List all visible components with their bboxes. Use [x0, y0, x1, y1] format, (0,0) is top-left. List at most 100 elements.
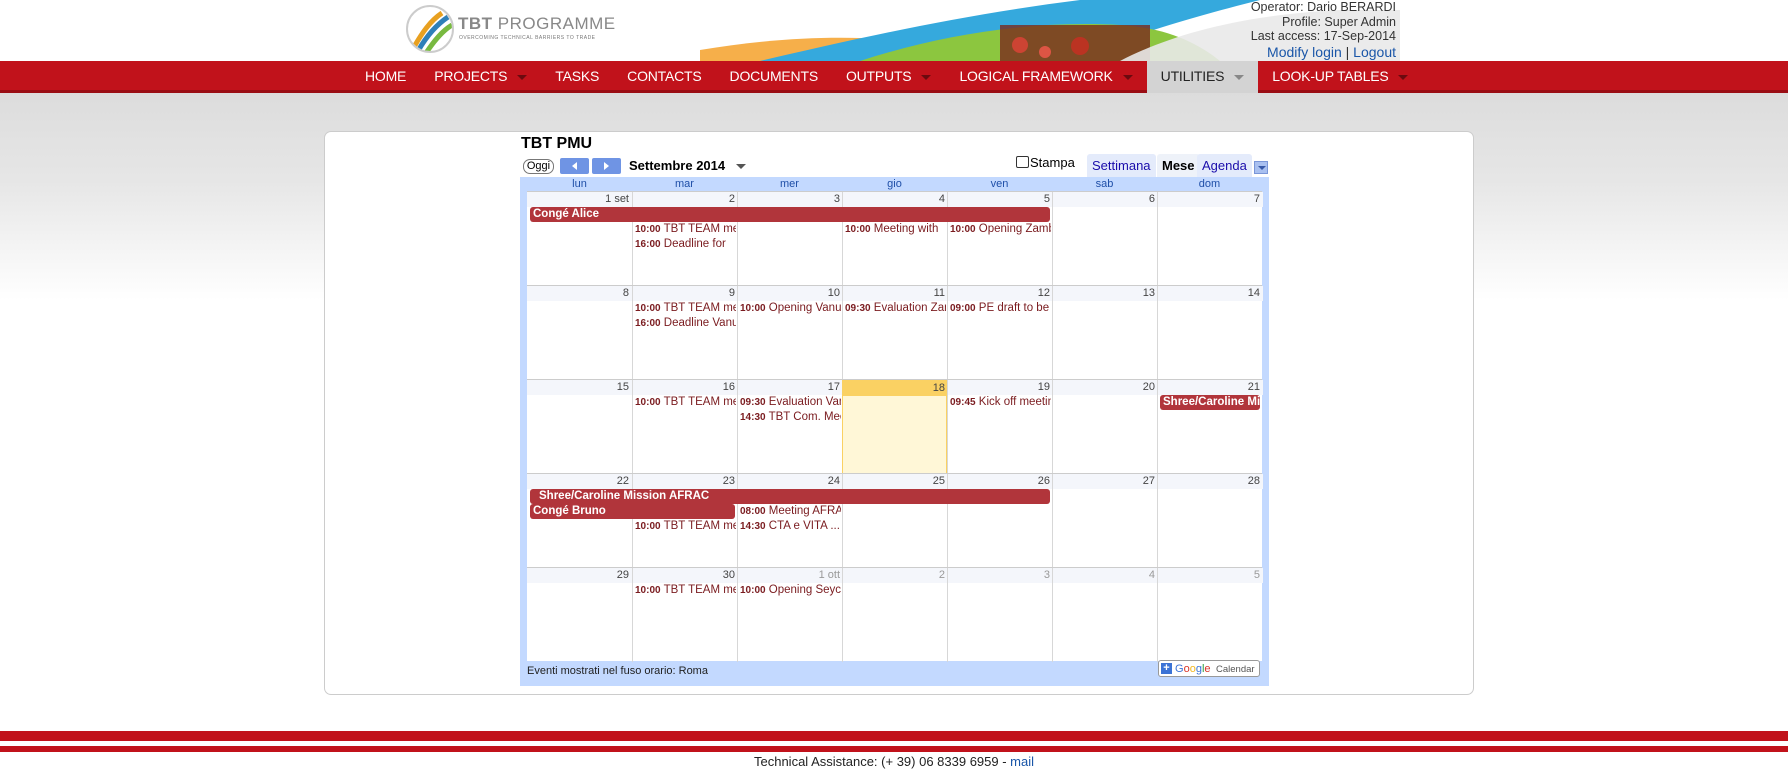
tbt-logo[interactable]: TBT PROGRAMME OVERCOMING TECHNICAL BARRI… [406, 5, 616, 57]
nav-item-utilities[interactable]: UTILITIES [1146, 61, 1259, 93]
day-cell[interactable]: 13 [1052, 286, 1158, 380]
day-number[interactable]: 3 [738, 192, 843, 207]
day-number[interactable]: 5 [948, 192, 1053, 207]
day-number[interactable]: 9 [633, 286, 738, 301]
timed-event[interactable]: 10:00 TBT TEAM meeting [633, 519, 736, 534]
timed-event[interactable]: 10:00 Opening Vanuatu [738, 301, 841, 316]
timed-event[interactable]: 14:30 CTA e VITA ... [738, 519, 841, 534]
day-cell[interactable]: 7 [1157, 192, 1263, 286]
day-cell[interactable]: 29 [527, 568, 632, 662]
day-cell[interactable]: 3 [947, 568, 1053, 662]
day-number[interactable]: 1 ott [738, 568, 843, 583]
chevron-down-icon [921, 74, 932, 80]
timed-event[interactable]: 10:00 TBT TEAM meeting [633, 395, 736, 410]
day-number[interactable]: 4 [1053, 568, 1158, 583]
view-tab-week[interactable]: Settimana [1087, 154, 1156, 177]
day-number[interactable]: 13 [1053, 286, 1158, 301]
day-number[interactable]: 10 [738, 286, 843, 301]
timed-event[interactable]: 16:00 Deadline Vanuatu [633, 316, 736, 331]
day-cell[interactable]: 8 [527, 286, 632, 380]
day-number[interactable]: 30 [633, 568, 738, 583]
day-number[interactable]: 5 [1158, 568, 1263, 583]
day-number[interactable]: 16 [633, 380, 738, 395]
day-number[interactable]: 1 set [527, 192, 632, 207]
day-number[interactable]: 20 [1053, 380, 1158, 395]
day-number[interactable]: 17 [738, 380, 843, 395]
day-number[interactable]: 19 [948, 380, 1053, 395]
day-number[interactable]: 8 [527, 286, 632, 301]
all-day-event[interactable]: Shree/Caroline Mission AFRAC [530, 489, 1050, 504]
timed-event[interactable]: 08:00 Meeting AFRAC [738, 504, 841, 519]
timed-event[interactable]: 10:00 TBT TEAM meeting [633, 222, 736, 237]
event-time: 10:00 [740, 585, 766, 596]
day-number[interactable]: 27 [1053, 474, 1158, 489]
day-number[interactable]: 23 [633, 474, 738, 489]
day-cell[interactable]: 15 [527, 380, 632, 474]
timed-event[interactable]: 10:00 Opening Zambia [948, 222, 1051, 237]
day-cell[interactable]: 28 [1157, 474, 1263, 568]
page: TBT PROGRAMME OVERCOMING TECHNICAL BARRI… [0, 0, 1788, 781]
day-cell[interactable]: 18 [842, 380, 948, 474]
day-number[interactable]: 11 [843, 286, 948, 301]
day-cell[interactable]: 4 [1052, 568, 1158, 662]
view-tab-agenda[interactable]: Agenda [1197, 154, 1252, 177]
event-time: 14:30 [740, 412, 766, 423]
today-button[interactable]: Oggi [523, 159, 554, 174]
view-menu-chevron-down-icon[interactable] [1254, 161, 1268, 174]
modify-login-link[interactable]: Modify login [1267, 44, 1342, 60]
view-tab-month[interactable]: Mese [1157, 154, 1200, 177]
timed-event[interactable]: 14:30 TBT Com. Meeting [738, 410, 841, 425]
day-cell[interactable]: 2 [842, 568, 948, 662]
day-number[interactable]: 26 [948, 474, 1053, 489]
prev-month-button[interactable] [560, 158, 589, 174]
day-number[interactable]: 6 [1053, 192, 1158, 207]
day-number[interactable]: 7 [1158, 192, 1263, 207]
nav-item-documents[interactable]: DOCUMENTS [716, 61, 832, 93]
mail-link[interactable]: mail [1010, 754, 1034, 769]
timed-event[interactable]: 10:00 TBT TEAM meeting [633, 583, 736, 598]
timed-event[interactable]: 09:45 Kick off meeting [948, 395, 1051, 410]
day-cell[interactable]: 27 [1052, 474, 1158, 568]
all-day-event[interactable]: Congé Bruno [530, 504, 735, 519]
timed-event[interactable]: 16:00 Deadline for [633, 237, 736, 252]
timed-event[interactable]: 09:00 PE draft to be [948, 301, 1051, 316]
day-number[interactable]: 4 [843, 192, 948, 207]
day-number[interactable]: 2 [843, 568, 948, 583]
nav-item-contacts[interactable]: CONTACTS [613, 61, 715, 93]
day-number[interactable]: 15 [527, 380, 632, 395]
nav-item-projects[interactable]: PROJECTS [420, 61, 541, 93]
day-cell[interactable]: 14 [1157, 286, 1263, 380]
day-number[interactable]: 18 [843, 381, 948, 396]
logout-link[interactable]: Logout [1353, 44, 1396, 60]
timed-event[interactable]: 10:00 Meeting with [843, 222, 946, 237]
day-number[interactable]: 14 [1158, 286, 1263, 301]
nav-item-outputs[interactable]: OUTPUTS [832, 61, 946, 93]
day-number[interactable]: 25 [843, 474, 948, 489]
timed-event[interactable]: 09:30 Evaluation Zambia [843, 301, 946, 316]
day-number[interactable]: 28 [1158, 474, 1263, 489]
day-number[interactable]: 24 [738, 474, 843, 489]
day-number[interactable]: 12 [948, 286, 1053, 301]
day-number[interactable]: 21 [1158, 380, 1263, 395]
day-number[interactable]: 2 [633, 192, 738, 207]
day-cell[interactable]: 5 [1157, 568, 1263, 662]
all-day-event[interactable]: Congé Alice [530, 207, 1050, 222]
timed-event[interactable]: 10:00 Opening Seychelles [738, 583, 841, 598]
day-number[interactable]: 3 [948, 568, 1053, 583]
all-day-event[interactable]: Shree/Caroline Mission AFRAC [1160, 395, 1260, 410]
timed-event[interactable]: 09:30 Evaluation Vanuatu [738, 395, 841, 410]
day-number[interactable]: 29 [527, 568, 632, 583]
google-calendar-button[interactable]: + Google Calendar [1158, 660, 1260, 677]
nav-item-label: TASKS [555, 68, 600, 84]
next-month-button[interactable] [592, 158, 621, 174]
nav-item-logical-framework[interactable]: LOGICAL FRAMEWORK [945, 61, 1146, 93]
month-picker-chevron-down-icon[interactable] [736, 164, 746, 169]
timed-event[interactable]: 10:00 TBT TEAM meeting [633, 301, 736, 316]
day-number[interactable]: 22 [527, 474, 632, 489]
nav-item-home[interactable]: HOME [351, 61, 420, 93]
day-cell[interactable]: 20 [1052, 380, 1158, 474]
print-button[interactable]: Stampa [1016, 155, 1075, 170]
nav-item-tasks[interactable]: TASKS [541, 61, 613, 93]
nav-item-look-up-tables[interactable]: LOOK-UP TABLES [1258, 61, 1422, 93]
day-cell[interactable]: 6 [1052, 192, 1158, 286]
